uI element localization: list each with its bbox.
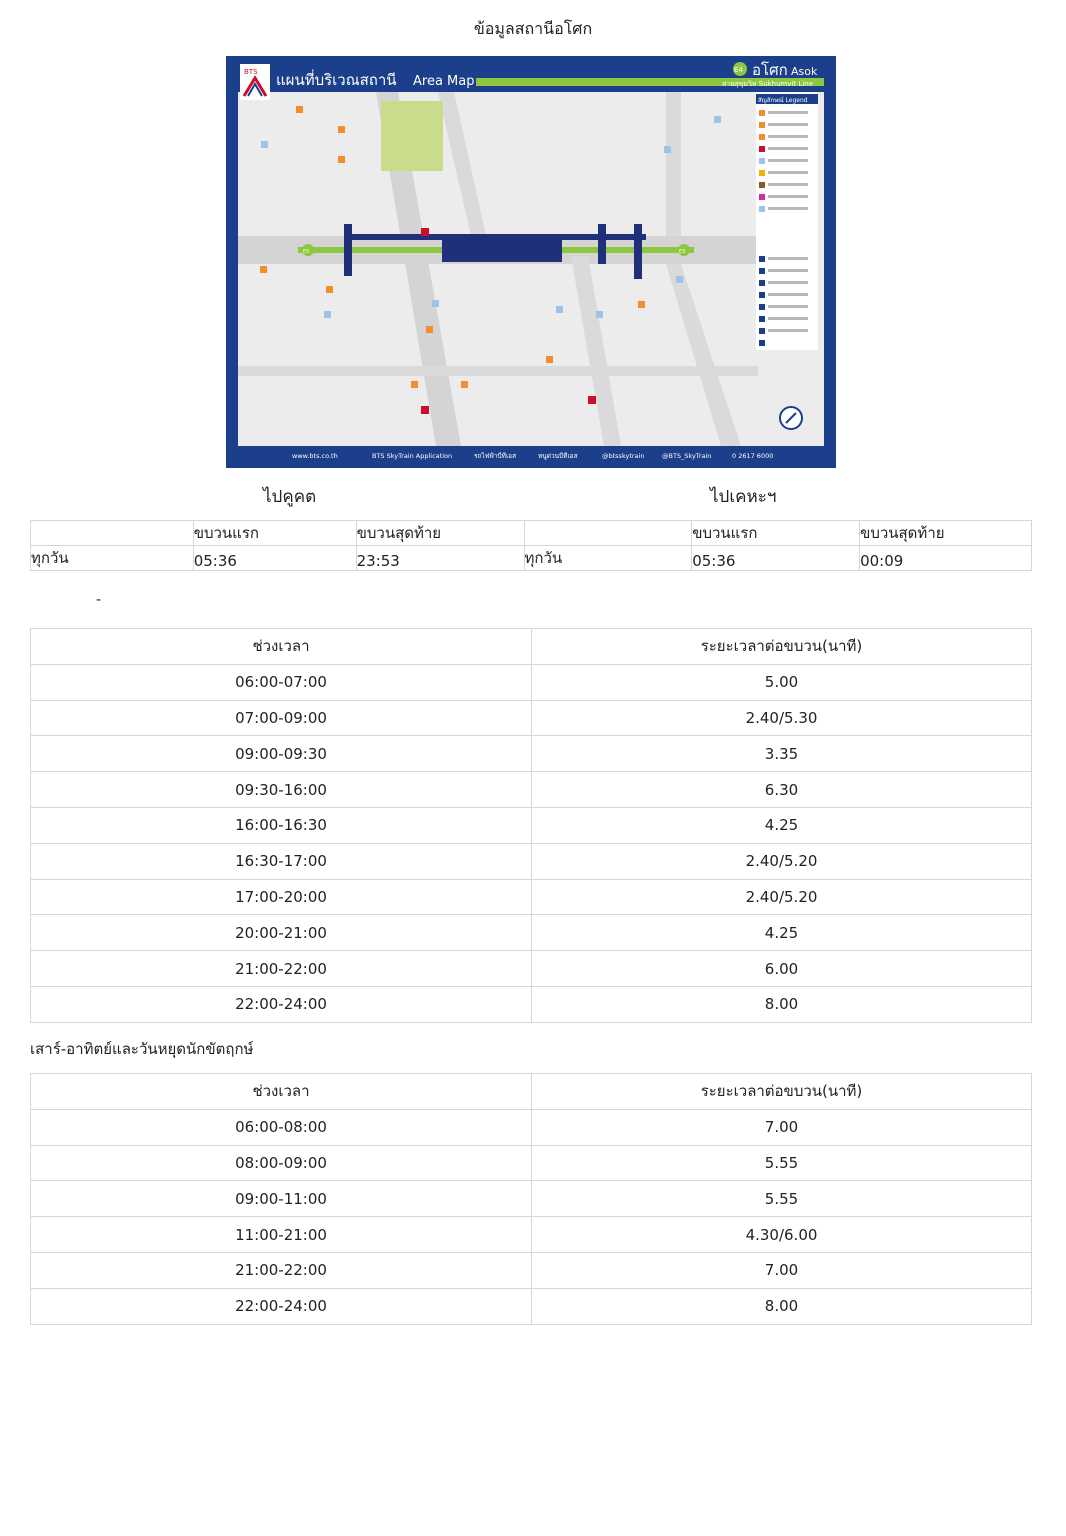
column-header-interval: ระยะเวลาต่อขบวน(นาที) <box>531 628 1032 665</box>
time-range: 07:00-09:00 <box>30 699 532 737</box>
station-code-e3: E3 <box>679 249 685 255</box>
time-range: 09:30-16:00 <box>30 771 532 808</box>
last-train-header-right: ขบวนสุดท้าย <box>859 520 1032 546</box>
table-row: 16:00-16:30 4.25 <box>30 806 1032 844</box>
interval: 8.00 <box>531 1287 1032 1325</box>
station-area-map: BTS แผนที่บริเวณสถานี Area Map E4 อโศก A… <box>226 56 836 468</box>
interval: 3.35 <box>531 735 1032 773</box>
weekend-schedule-table: ช่วงเวลา ระยะเวลาต่อขบวน(นาที) 06:00-08:… <box>30 1073 1032 1325</box>
map-title-th: แผนที่บริเวณสถานี <box>276 69 397 89</box>
day-left: ทุกวัน <box>30 545 194 571</box>
footer-line: @btsskytrain <box>602 452 644 460</box>
interval: 7.00 <box>531 1251 1032 1289</box>
table-row: 21:00-22:00 6.00 <box>30 950 1032 987</box>
table-row: 11:00-21:00 4.30/6.00 <box>30 1216 1032 1253</box>
interval: 5.00 <box>531 663 1032 701</box>
interval: 6.30 <box>531 771 1032 808</box>
table-row: 09:00-09:30 3.35 <box>30 735 1032 773</box>
day-right: ทุกวัน <box>523 545 693 571</box>
time-range: 22:00-24:00 <box>30 985 532 1023</box>
station-name-en: Asok <box>791 65 818 78</box>
page-title: ข้อมูลสถานีอโศก <box>473 19 593 38</box>
time-range: 06:00-08:00 <box>30 1108 532 1146</box>
weekend-section-title: เสาร์-อาทิตย์และวันหยุดนักขัตฤกษ์ <box>30 1040 254 1058</box>
table-row: 22:00-24:00 8.00 <box>30 1287 1032 1325</box>
table-row: 08:00-09:00 5.55 <box>30 1144 1032 1182</box>
interval: 5.55 <box>531 1144 1032 1182</box>
last-train-header-left: ขบวนสุดท้าย <box>355 520 525 546</box>
interval: 8.00 <box>531 985 1032 1023</box>
column-header-interval: ระยะเวลาต่อขบวน(นาที) <box>531 1073 1032 1110</box>
direction-left-label: ไปคูคต <box>263 487 317 507</box>
time-range: 11:00-21:00 <box>30 1216 532 1253</box>
time-range: 21:00-22:00 <box>30 950 532 987</box>
interval: 4.25 <box>531 806 1032 844</box>
direction-right-label: ไปเคหะฯ <box>710 487 777 507</box>
interval: 4.30/6.00 <box>531 1216 1032 1253</box>
time-range: 16:00-16:30 <box>30 806 532 844</box>
table-row: 06:00-08:00 7.00 <box>30 1108 1032 1146</box>
table-row: 06:00-07:00 5.00 <box>30 663 1032 701</box>
time-range: 08:00-09:00 <box>30 1144 532 1182</box>
map-title-en: Area Map <box>413 74 474 89</box>
footer-facebook-2: หนูด่วนบีทีเอส <box>538 452 578 460</box>
interval: 7.00 <box>531 1108 1032 1146</box>
time-range: 17:00-20:00 <box>30 878 532 916</box>
interval: 2.40/5.20 <box>531 842 1032 880</box>
weekday-section-title: - <box>96 592 102 608</box>
footer-twitter: @BTS_SkyTrain <box>662 452 711 460</box>
first-train-time-right: 05:36 <box>691 545 861 571</box>
legend-title: สัญลักษณ์ Legend <box>758 96 808 104</box>
footer-website: www.bts.co.th <box>292 452 338 460</box>
table-row: 07:00-09:00 2.40/5.30 <box>30 699 1032 737</box>
bts-logo: BTS <box>244 68 258 76</box>
footer-app: BTS SkyTrain Application <box>372 452 452 460</box>
time-range: 21:00-22:00 <box>30 1251 532 1289</box>
first-train-header-left: ขบวนแรก <box>192 520 357 546</box>
first-train-time-left: 05:36 <box>192 545 357 571</box>
table-row: 21:00-22:00 7.00 <box>30 1251 1032 1289</box>
footer-facebook-1: รถไฟฟ้าบีทีเอส <box>474 452 516 460</box>
time-range: 06:00-07:00 <box>30 663 532 701</box>
table-row: 09:00-11:00 5.55 <box>30 1180 1032 1218</box>
last-train-time-left: 23:53 <box>355 545 525 571</box>
table-row: 17:00-20:00 2.40/5.20 <box>30 878 1032 916</box>
time-range: 09:00-09:30 <box>30 735 532 773</box>
table-row: 16:30-17:00 2.40/5.20 <box>30 842 1032 880</box>
table-row: 22:00-24:00 8.00 <box>30 985 1032 1023</box>
interval: 5.55 <box>531 1180 1032 1218</box>
interval: 4.25 <box>531 914 1032 952</box>
column-header-time: ช่วงเวลา <box>30 628 532 665</box>
time-range: 22:00-24:00 <box>30 1287 532 1325</box>
weekday-schedule-table: ช่วงเวลา ระยะเวลาต่อขบวน(นาที) 06:00-07:… <box>30 628 1032 1023</box>
column-header-time: ช่วงเวลา <box>30 1073 532 1110</box>
interval: 2.40/5.30 <box>531 699 1032 737</box>
interval: 2.40/5.20 <box>531 878 1032 916</box>
table-row: 20:00-21:00 4.25 <box>30 914 1032 952</box>
station-code-e5: E5 <box>303 249 309 255</box>
interval: 6.00 <box>531 950 1032 987</box>
line-name: สายสุขุมวิท Sukhumvit Line <box>722 80 813 88</box>
table-row: 09:30-16:00 6.30 <box>30 771 1032 808</box>
time-range: 20:00-21:00 <box>30 914 532 952</box>
first-last-train-table: ขบวนแรก ขบวนสุดท้าย ขบวนแรก ขบวนสุดท้าย … <box>30 520 1032 571</box>
station-code: E4 <box>734 66 743 74</box>
first-train-header-right: ขบวนแรก <box>691 520 861 546</box>
time-range: 16:30-17:00 <box>30 842 532 880</box>
footer-phone: 0 2617 6000 <box>732 452 773 460</box>
time-range: 09:00-11:00 <box>30 1180 532 1218</box>
last-train-time-right: 00:09 <box>859 545 1032 571</box>
station-name-th: อโศก <box>752 61 788 79</box>
